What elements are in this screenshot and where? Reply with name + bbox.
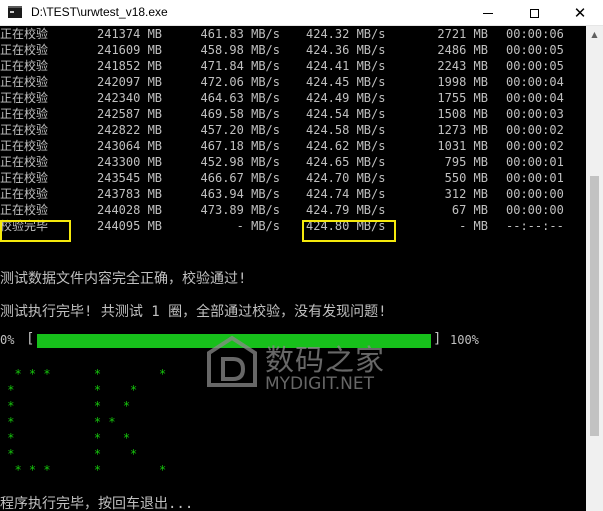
- close-button[interactable]: ✕: [557, 0, 603, 26]
- watermark: 数码之家 MYDIGIT.NET: [205, 335, 405, 405]
- watermark-brand-en: MYDIGIT.NET: [265, 374, 374, 394]
- close-icon: ✕: [573, 3, 587, 22]
- maximize-icon: [529, 8, 539, 18]
- status-highlight-box: [0, 220, 71, 242]
- console-app-icon[interactable]: [8, 6, 22, 18]
- scroll-thumb[interactable]: [590, 176, 599, 436]
- ascii-art-line: * * *: [0, 383, 138, 397]
- summary-message: 测试执行完毕! 共测试 1 圈，全部通过校验，没有发现问题!: [0, 304, 387, 320]
- scroll-up-icon[interactable]: ▲: [586, 26, 603, 43]
- console-output[interactable]: 正在校验 241374 MB 461.83 MB/s 424.32 MB/s 2721 …: [0, 26, 586, 511]
- watermark-brand-cn: 数码之家: [265, 343, 386, 377]
- maximize-button[interactable]: [511, 0, 557, 26]
- progress-bracket-close: ]: [433, 331, 442, 347]
- progress-bracket-open: [: [26, 331, 35, 347]
- ascii-art-line: * * * * *: [0, 463, 167, 477]
- progress-end-label: 100%: [450, 333, 479, 347]
- ascii-art-line: * * *: [0, 399, 131, 413]
- ascii-art-line: * * *: [0, 431, 131, 445]
- ascii-art-line: * * *: [0, 415, 116, 429]
- minimize-button[interactable]: [465, 0, 511, 26]
- console-window: D:\TEST\urwtest_v18.exe ✕ 正在校验 241374 MB 4…: [0, 0, 603, 511]
- exit-prompt: 程序执行完毕，按回车退出...: [0, 496, 194, 511]
- verify-ok-message: 测试数据文件内容完全正确，校验通过!: [0, 271, 247, 287]
- minimize-icon: [483, 12, 493, 14]
- log-cell-size: 244095 MB: [97, 219, 163, 233]
- avg-speed-highlight-box: [302, 220, 396, 242]
- title-bar[interactable]: D:\TEST\urwtest_v18.exe ✕: [0, 0, 603, 26]
- watermark-logo-icon: [207, 335, 257, 387]
- log-cell-speed: - MB/s: [236, 219, 280, 233]
- ascii-art-line: * * * * *: [0, 367, 167, 381]
- log-cell-time: --:--:--: [506, 219, 564, 233]
- log-cell-remaining: - MB: [459, 219, 488, 233]
- window-title: D:\TEST\urwtest_v18.exe: [31, 5, 168, 19]
- vertical-scrollbar[interactable]: ▲: [586, 26, 603, 511]
- ascii-art-line: * * *: [0, 447, 138, 461]
- progress-start-label: 0%: [0, 333, 15, 347]
